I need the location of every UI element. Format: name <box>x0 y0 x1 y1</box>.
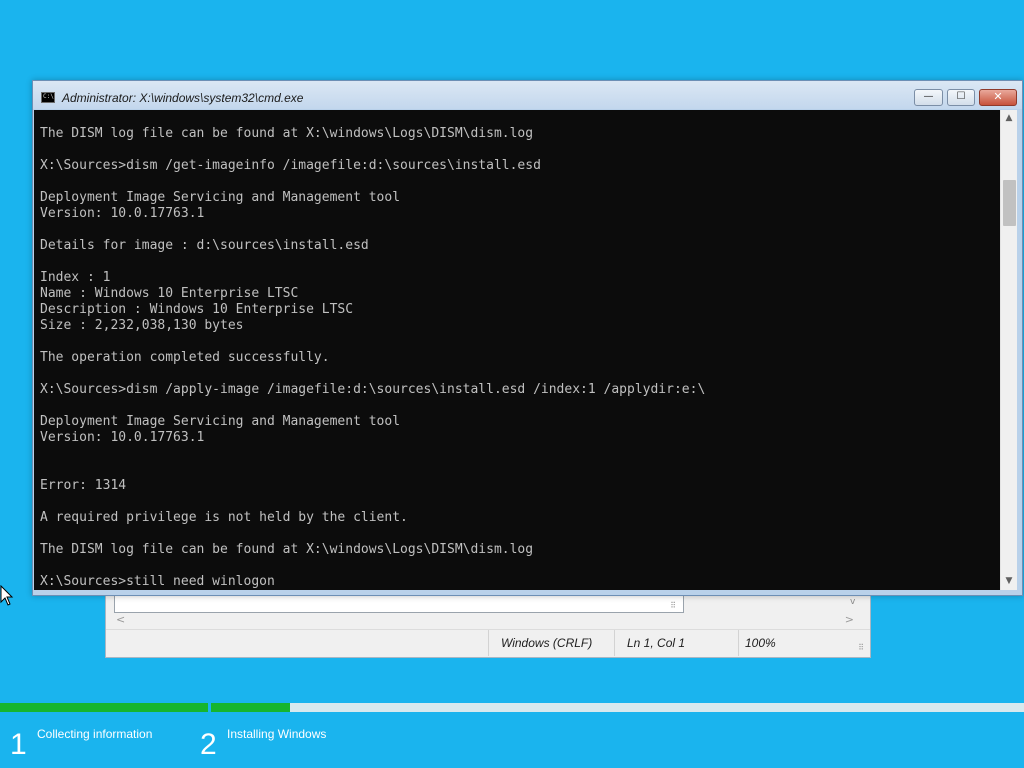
title-bar[interactable]: C:\ Administrator: X:\windows\system32\c… <box>33 81 1022 109</box>
notepad-text-area[interactable]: ⠿ <box>114 593 684 613</box>
step-label: Installing Windows <box>227 727 327 741</box>
maximize-button[interactable]: ☐ <box>947 89 975 106</box>
command-prompt-window: C:\ Administrator: X:\windows\system32\c… <box>32 80 1023 596</box>
console-text: The DISM log file can be found at X:\win… <box>40 126 706 589</box>
progress-step-2-fill <box>211 703 290 712</box>
scroll-right-arrow-icon[interactable]: > <box>845 613 854 626</box>
scroll-down-arrow-icon[interactable]: v <box>850 597 855 607</box>
scroll-up-arrow-icon[interactable]: ▲ <box>1001 110 1017 127</box>
step-number: 2 <box>200 728 217 761</box>
minimize-button[interactable]: — <box>914 89 943 106</box>
status-zoom-level: 100% <box>738 630 856 656</box>
notepad-window: ⠿ v < > Windows (CRLF) Ln 1, Col 1 100% … <box>105 590 871 658</box>
resize-grip-icon[interactable]: ⠿ <box>858 643 864 652</box>
scroll-down-arrow-icon[interactable]: ▼ <box>1001 573 1017 590</box>
status-line-ending: Windows (CRLF) <box>488 630 614 656</box>
scroll-left-arrow-icon[interactable]: < <box>116 613 125 626</box>
cmd-icon-label: C:\ <box>43 93 54 100</box>
notepad-status-bar: Windows (CRLF) Ln 1, Col 1 100% ⠿ <box>106 629 870 656</box>
progress-step-1-fill <box>0 703 208 712</box>
step-label: Collecting information <box>37 727 153 741</box>
setup-background: ⠿ v < > Windows (CRLF) Ln 1, Col 1 100% … <box>0 0 1024 768</box>
mouse-pointer-icon <box>0 585 14 606</box>
scrollbar-thumb[interactable] <box>1003 180 1016 226</box>
horizontal-scrollbar[interactable]: < > <box>114 613 856 627</box>
close-button[interactable]: ✕ <box>979 89 1017 106</box>
console-output-area[interactable]: The DISM log file can be found at X:\win… <box>34 110 1000 590</box>
window-title: Administrator: X:\windows\system32\cmd.e… <box>62 91 304 105</box>
step-number: 1 <box>10 728 27 761</box>
cmd-app-icon[interactable]: C:\ <box>41 92 55 103</box>
status-cursor-position: Ln 1, Col 1 <box>614 630 738 656</box>
vertical-scrollbar[interactable]: ▲ ▼ <box>1000 110 1017 590</box>
resize-grip-icon: ⠿ <box>670 601 676 610</box>
